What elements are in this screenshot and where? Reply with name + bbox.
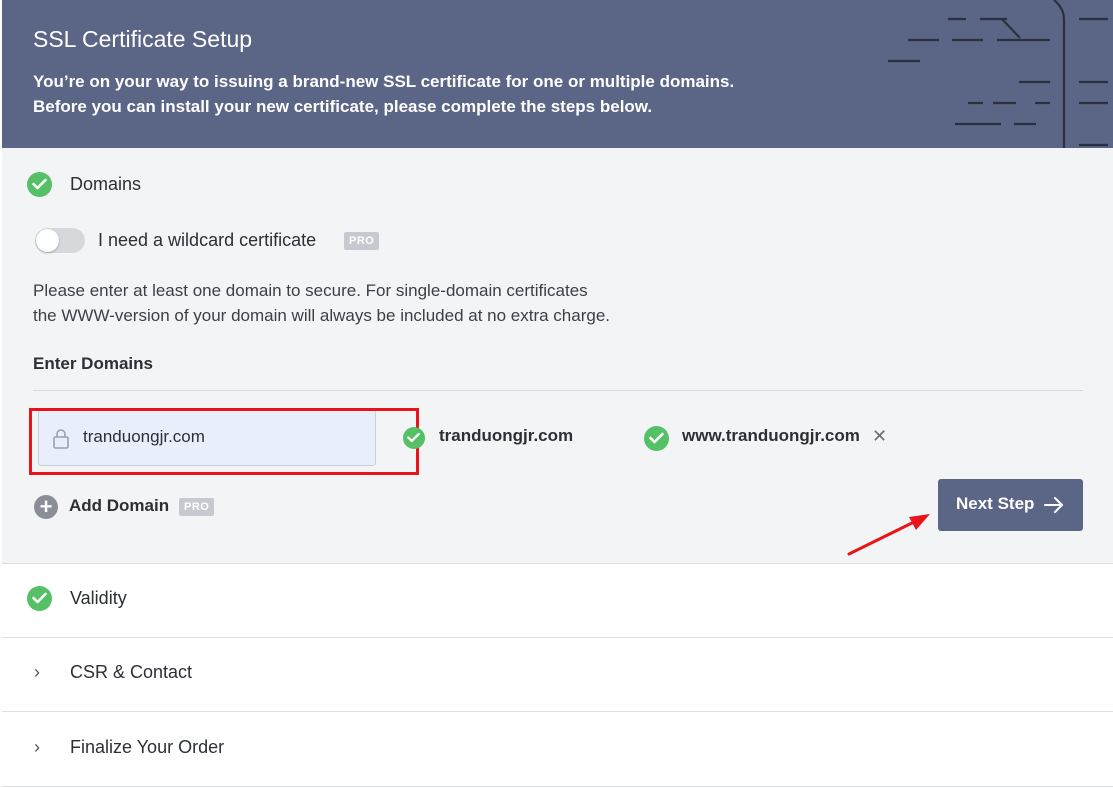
validity-section[interactable]: Validity bbox=[2, 564, 1113, 638]
add-domain-plus-icon[interactable]: + bbox=[34, 495, 58, 519]
domain-item-2: www.tranduongjr.com bbox=[682, 426, 860, 445]
wildcard-pro-badge: PRO bbox=[344, 232, 380, 250]
page-title: SSL Certificate Setup bbox=[33, 26, 253, 52]
enter-domains-label: Enter Domains bbox=[33, 354, 153, 373]
domain-item-1: tranduongjr.com bbox=[439, 426, 574, 445]
annotation-highlight-box bbox=[29, 408, 419, 475]
domain-help-text: Please enter at least one domain to secu… bbox=[33, 278, 610, 328]
csr-contact-section[interactable]: › CSR & Contact bbox=[2, 638, 1113, 712]
finalize-order-section[interactable]: › Finalize Your Order bbox=[2, 712, 1113, 787]
next-step-button[interactable]: Next Step bbox=[938, 479, 1083, 531]
wildcard-label: I need a wildcard certificate bbox=[98, 230, 317, 250]
description-line-1: You’re on your way to issuing a brand-ne… bbox=[33, 72, 735, 91]
domains-section-title[interactable]: Domains bbox=[70, 174, 141, 195]
description-line-2: Before you can install your new certific… bbox=[33, 97, 653, 116]
help-line-1: Please enter at least one domain to secu… bbox=[33, 281, 588, 300]
arrow-right-icon bbox=[1044, 497, 1063, 513]
add-domain-button[interactable]: Add Domain bbox=[69, 496, 169, 516]
remove-domain-close-icon[interactable]: ✕ bbox=[872, 426, 887, 447]
wildcard-toggle[interactable] bbox=[35, 228, 85, 253]
domains-check-icon bbox=[27, 172, 52, 197]
page-description: You’re on your way to issuing a brand-ne… bbox=[33, 69, 734, 119]
page-header: SSL Certificate Setup You’re on your way… bbox=[2, 0, 1113, 148]
domain-1-check-icon bbox=[403, 427, 425, 449]
csr-section-title: CSR & Contact bbox=[70, 662, 193, 682]
toggle-knob bbox=[36, 229, 59, 252]
validity-check-icon bbox=[27, 586, 52, 611]
help-line-2: the WWW-version of your domain will alwa… bbox=[33, 306, 610, 325]
next-step-label: Next Step bbox=[956, 494, 1035, 513]
validity-section-title: Validity bbox=[70, 588, 127, 608]
add-domain-pro-badge: PRO bbox=[179, 498, 215, 516]
divider bbox=[33, 390, 1083, 391]
chevron-right-icon: › bbox=[34, 737, 40, 757]
chevron-right-icon: › bbox=[34, 662, 40, 682]
domain-2-check-icon bbox=[644, 426, 669, 451]
finalize-section-title: Finalize Your Order bbox=[70, 737, 225, 757]
